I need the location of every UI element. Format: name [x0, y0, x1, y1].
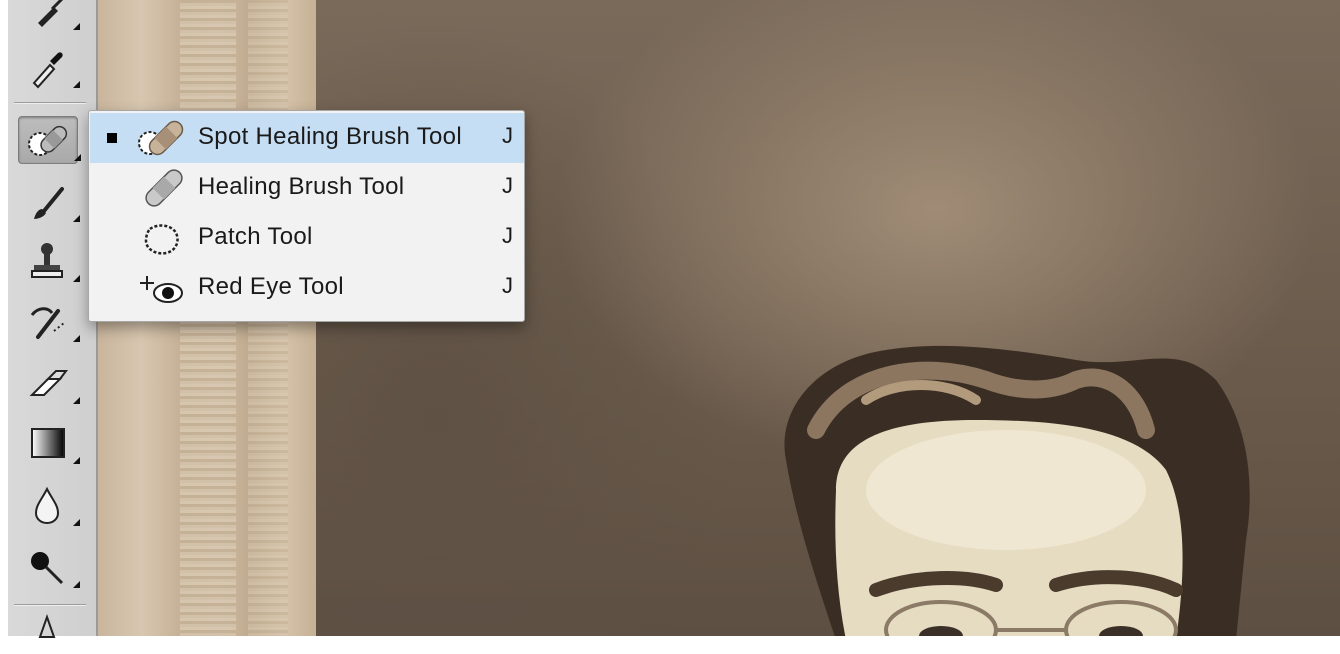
- tools-panel: [8, 0, 98, 638]
- menu-item-label: Red Eye Tool: [198, 273, 344, 300]
- pen-icon: [38, 0, 64, 27]
- eraser-icon: [29, 370, 68, 396]
- menu-item-shortcut: J: [502, 273, 513, 298]
- eyedropper-tool[interactable]: [18, 44, 80, 90]
- menu-item-shortcut: J: [502, 223, 513, 248]
- menu-item-label: Patch Tool: [198, 223, 313, 250]
- history-brush-tool[interactable]: [18, 298, 80, 344]
- menu-item-label: Healing Brush Tool: [198, 173, 405, 200]
- selected-bullet-icon: [107, 133, 117, 143]
- clone-stamp-tool[interactable]: [18, 238, 80, 284]
- pen-tool[interactable]: [18, 0, 80, 32]
- clone-stamp-icon: [31, 243, 63, 278]
- spot-healing-brush-icon: [138, 120, 184, 156]
- blur-drop-icon: [34, 486, 60, 525]
- dodge-icon: [31, 552, 64, 585]
- spot-healing-brush-tool[interactable]: [18, 116, 81, 164]
- gradient-tool[interactable]: [18, 420, 80, 466]
- portrait-photo: [784, 345, 1250, 636]
- red-eye-icon: [140, 276, 183, 303]
- menu-item-patch-tool[interactable]: Patch Tool J: [90, 213, 524, 263]
- patch-icon: [144, 224, 179, 255]
- eyedropper-icon: [32, 52, 63, 89]
- menu-item-red-eye-tool[interactable]: Red Eye Tool J: [90, 263, 524, 313]
- brush-tool[interactable]: [18, 178, 80, 224]
- blur-tool[interactable]: [18, 482, 80, 528]
- menu-item-healing-brush-tool[interactable]: Healing Brush Tool J: [90, 163, 524, 213]
- menu-item-shortcut: J: [502, 173, 513, 198]
- spot-healing-brush-icon: [28, 125, 68, 156]
- path-selection-tool[interactable]: [18, 608, 76, 654]
- eraser-tool[interactable]: [18, 360, 80, 406]
- brush-icon: [34, 187, 64, 219]
- dodge-tool[interactable]: [18, 544, 80, 590]
- history-brush-icon: [30, 307, 65, 339]
- menu-item-shortcut: J: [502, 123, 513, 148]
- healing-brush-icon: [145, 169, 183, 207]
- menu-item-spot-healing-brush-tool[interactable]: Spot Healing Brush Tool J: [90, 113, 524, 163]
- path-selection-icon: [38, 613, 56, 638]
- healing-tools-flyout-menu: Spot Healing Brush Tool J Healing Brush …: [88, 110, 525, 322]
- menu-item-label: Spot Healing Brush Tool: [198, 123, 462, 150]
- gradient-icon: [31, 428, 65, 458]
